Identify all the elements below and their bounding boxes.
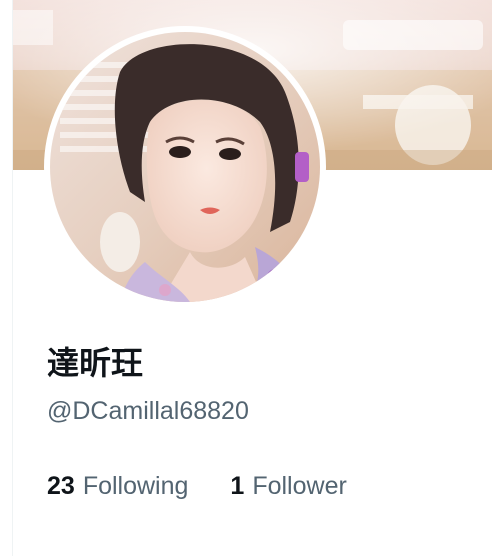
followers-label: Follower [252,472,347,500]
avatar[interactable] [50,32,320,302]
display-name: 達昕玨 [47,345,144,381]
followers-link[interactable]: 1 Follower [230,470,346,502]
followers-count: 1 [230,472,245,500]
following-link[interactable]: 23 Following [47,470,188,502]
following-label: Following [82,472,189,500]
following-count: 23 [47,472,75,500]
follow-stats: 23 Following 1 Follower [47,470,347,502]
avatar-photo [50,32,320,302]
username-handle: @DCamillal68820 [47,397,249,425]
profile-page: 達昕玨 @DCamillal68820 23 Following 1 Follo… [0,0,492,556]
